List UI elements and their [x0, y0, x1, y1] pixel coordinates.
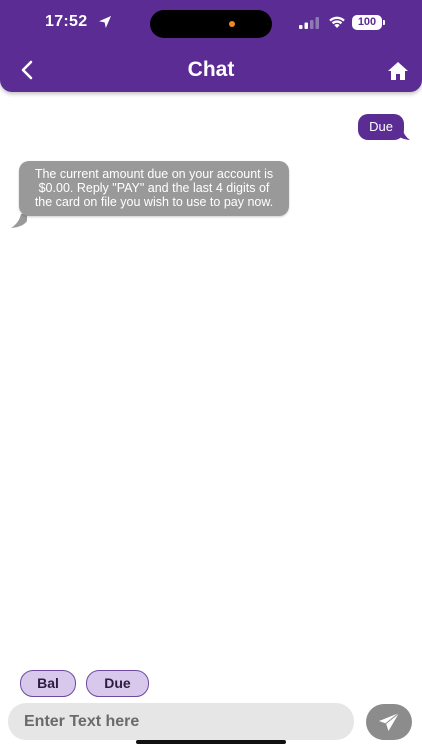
home-indicator — [136, 740, 286, 744]
status-bar: 17:52 100 — [0, 0, 422, 46]
bot-message-bubble: The current amount due on your account i… — [19, 161, 289, 216]
send-icon — [379, 712, 400, 731]
status-time: 17:52 — [45, 13, 88, 30]
cellular-signal-icon — [299, 17, 319, 29]
home-button[interactable] — [386, 60, 410, 82]
message-input[interactable] — [8, 703, 354, 740]
location-arrow-icon — [99, 16, 111, 28]
dynamic-island — [150, 10, 272, 38]
battery-tip — [383, 20, 385, 25]
page-title: Chat — [187, 58, 235, 81]
chat-screen: 17:52 100 Chat Due The current amount du… — [0, 0, 422, 750]
quick-reply-due[interactable]: Due — [86, 670, 149, 697]
privacy-indicator-dot — [229, 21, 235, 27]
app-header: 17:52 100 Chat — [0, 0, 422, 92]
battery-icon: 100 — [352, 15, 382, 30]
quick-reply-bal[interactable]: Bal — [20, 670, 76, 697]
home-icon — [388, 62, 408, 80]
wifi-icon — [329, 16, 345, 28]
user-message-bubble: Due — [358, 114, 404, 140]
send-button[interactable] — [366, 704, 412, 740]
bot-bubble-tail — [11, 214, 27, 228]
